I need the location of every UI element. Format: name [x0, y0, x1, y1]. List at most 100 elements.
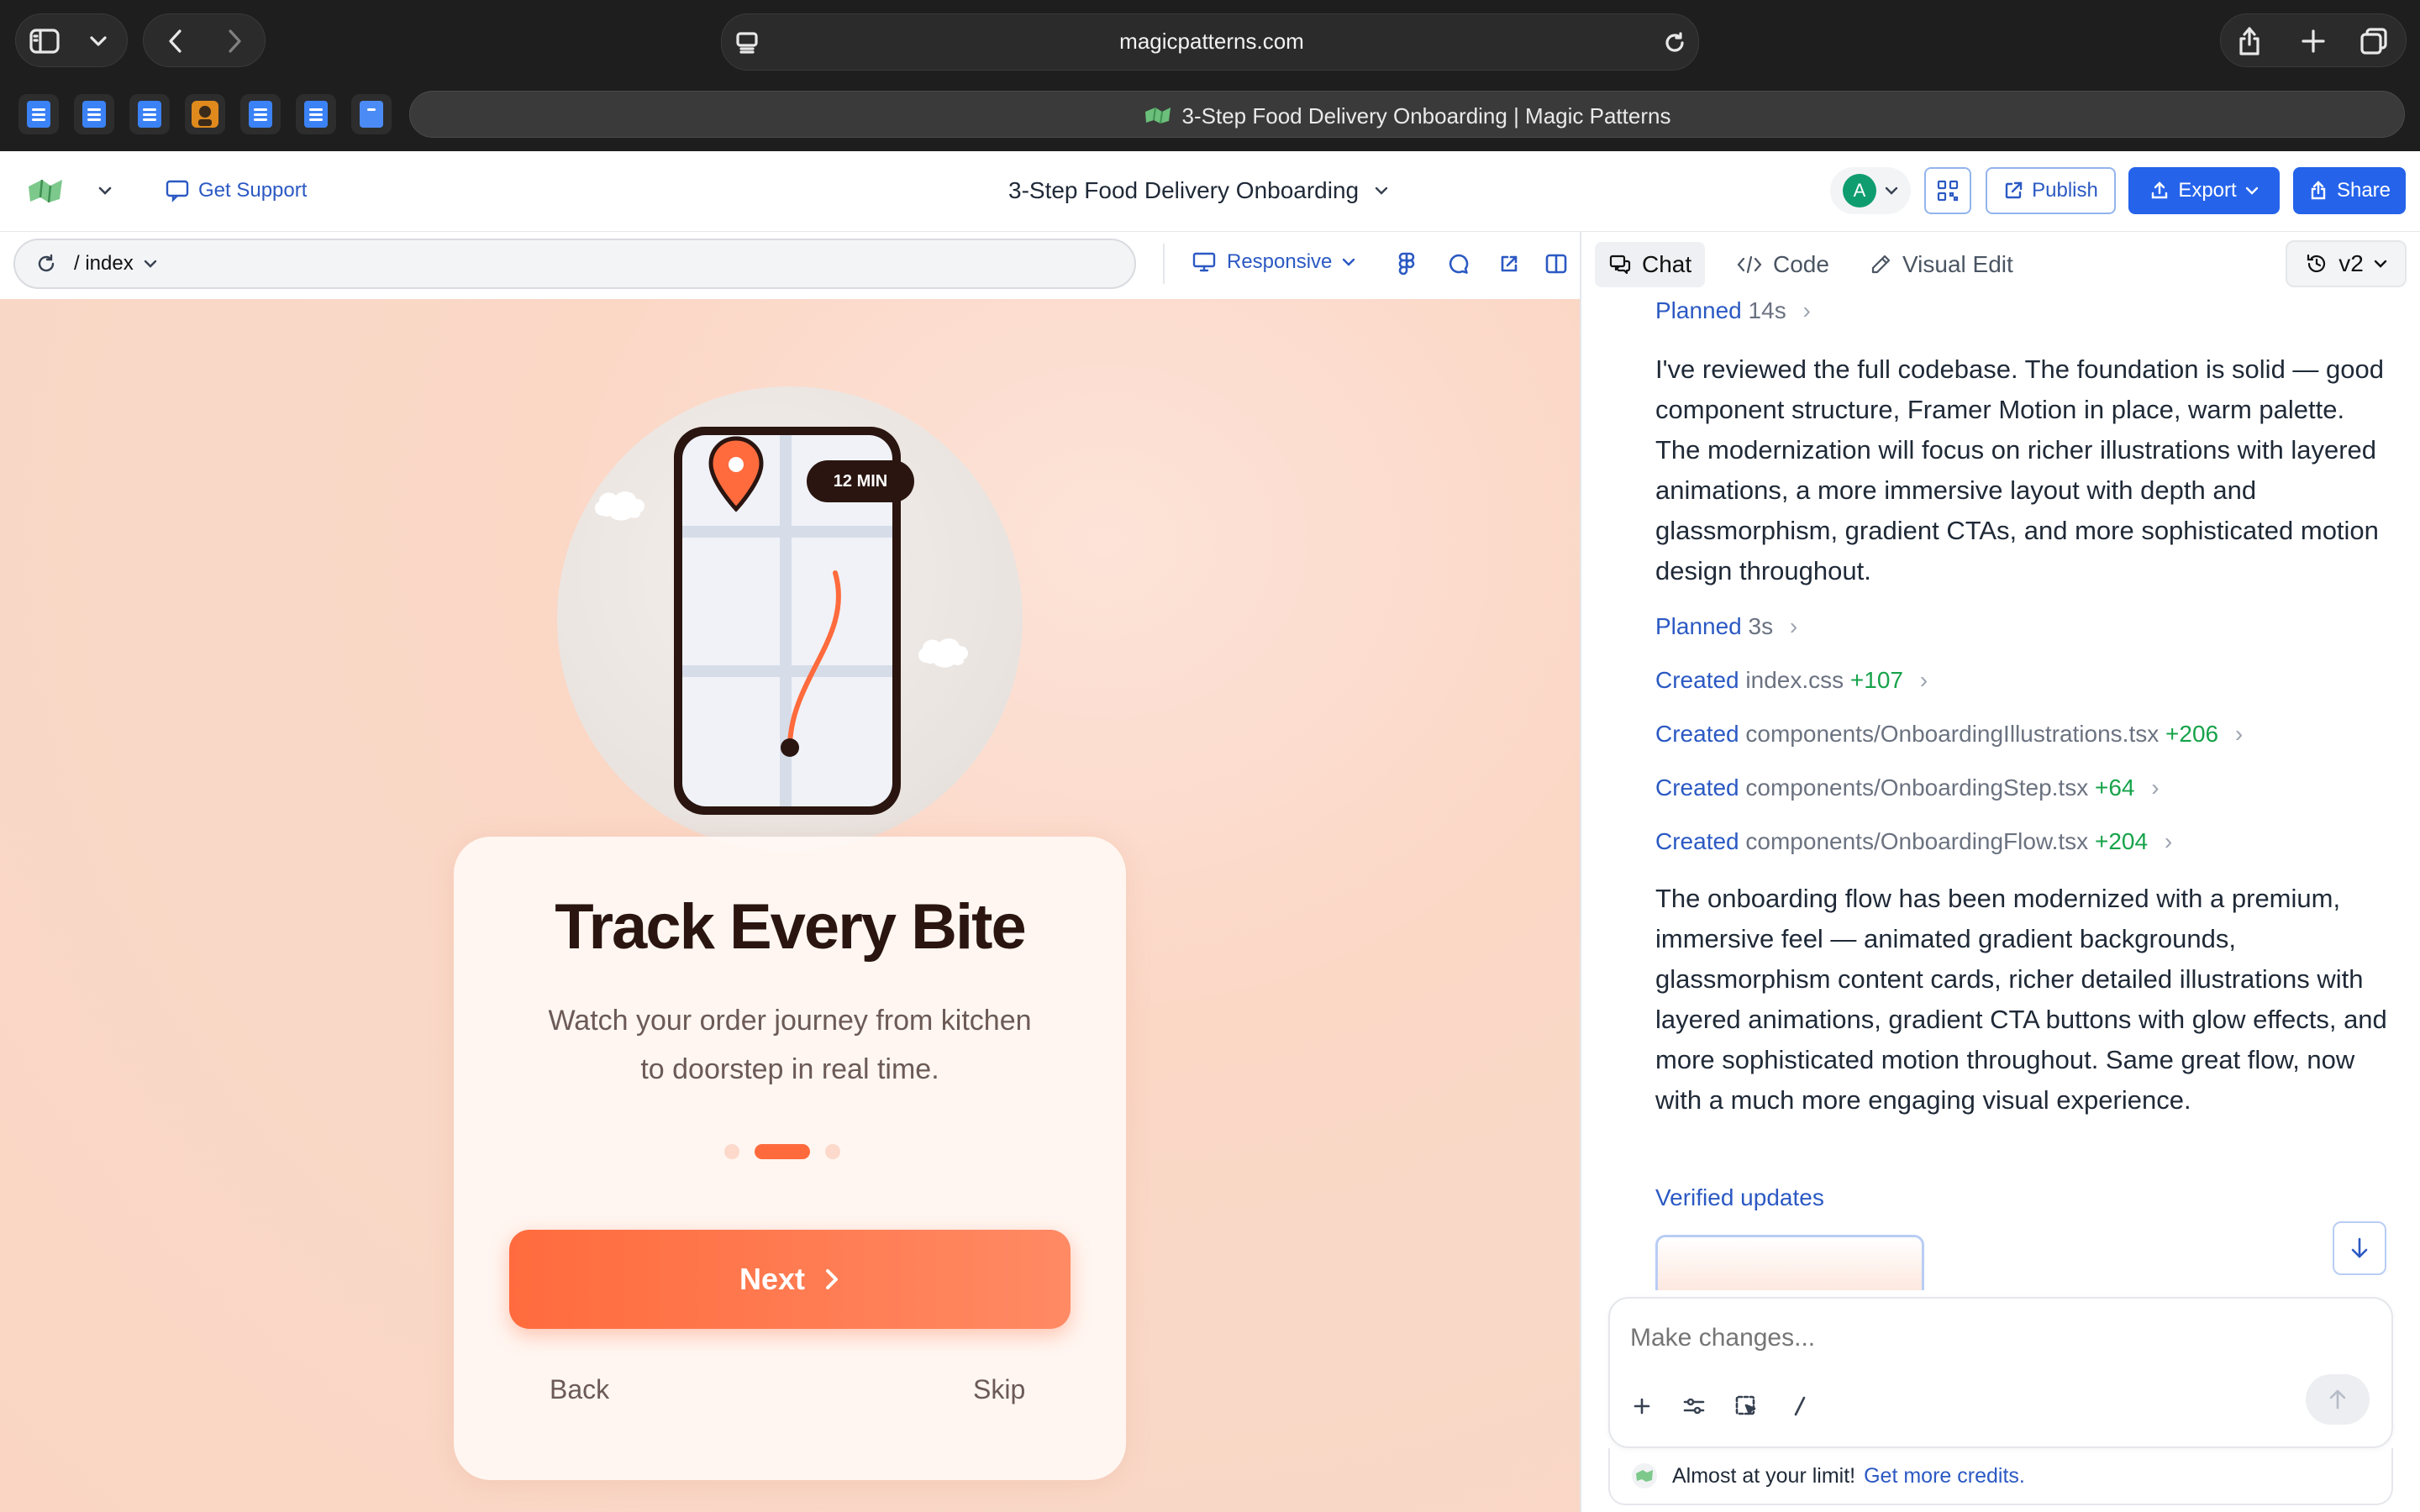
avatar: A: [1843, 174, 1876, 207]
new-tab-icon[interactable]: [2298, 26, 2328, 56]
step-dot-active[interactable]: [755, 1144, 810, 1159]
upload-icon: [2152, 181, 2168, 199]
step-subtitle-line: Watch your order journey from kitchen: [548, 1005, 1032, 1037]
favorite-file-icon[interactable]: [351, 94, 392, 134]
version-label: v2: [2338, 250, 2364, 276]
external-link-icon: [2005, 181, 2023, 199]
favorite-docs-icon[interactable]: [74, 94, 114, 134]
preview-thumbnail[interactable]: [1655, 1235, 1924, 1290]
publish-button[interactable]: Publish: [1986, 167, 2116, 214]
step-dot[interactable]: [724, 1144, 739, 1159]
slash-command-icon[interactable]: [1785, 1391, 1815, 1421]
share-icon[interactable]: [2234, 26, 2265, 56]
file-delta: +64: [2095, 774, 2135, 801]
back-arrow-icon[interactable]: [162, 28, 189, 55]
page-settings-icon[interactable]: [734, 29, 760, 56]
planned-step[interactable]: Planned 14s ›: [1655, 297, 1811, 324]
sidebar-toggle-group[interactable]: [15, 13, 128, 67]
favorite-docs-icon[interactable]: [18, 94, 59, 134]
project-title[interactable]: 3-Step Food Delivery Onboarding: [1008, 177, 1389, 204]
refresh-icon[interactable]: [35, 253, 57, 275]
select-element-icon[interactable]: [1731, 1391, 1761, 1421]
planned-time: 3s: [1748, 613, 1774, 639]
reload-icon[interactable]: [1661, 29, 1688, 56]
url-text[interactable]: magicpatterns.com: [1115, 29, 1308, 55]
account-menu[interactable]: A: [1830, 167, 1911, 214]
skip-button[interactable]: Skip: [973, 1374, 1025, 1405]
favorite-docs-icon[interactable]: [296, 94, 336, 134]
sidebar-icon[interactable]: [29, 26, 60, 56]
comment-icon[interactable]: [1445, 250, 1472, 277]
favorite-docs-icon[interactable]: [240, 94, 281, 134]
file-path: components/OnboardingStep.tsx: [1745, 774, 2089, 801]
pencil-icon: [1871, 255, 1891, 274]
file-change-item[interactable]: Created index.css +107 ›: [1655, 667, 1928, 694]
route-path[interactable]: / index: [74, 252, 134, 276]
file-verb: Created: [1655, 667, 1739, 693]
chat-input-box: [1608, 1297, 2393, 1448]
get-support-label: Get Support: [198, 179, 308, 202]
share-button[interactable]: Share: [2293, 167, 2406, 214]
step-indicator: [724, 1144, 840, 1159]
chevron-down-icon: [1885, 186, 1898, 195]
cloud-icon: [594, 491, 645, 521]
route-path-bar[interactable]: / index: [13, 239, 1136, 289]
limit-text: Almost at your limit!: [1672, 1463, 1856, 1488]
step-subtitle: Watch your order journey from kitchen to…: [496, 996, 1084, 1094]
figma-icon[interactable]: [1393, 250, 1420, 277]
active-tab[interactable]: 3-Step Food Delivery Onboarding | Magic …: [409, 91, 2405, 138]
assistant-message: The onboarding flow has been modernized …: [1655, 884, 2387, 1115]
get-more-credits-link[interactable]: Get more credits.: [1864, 1464, 2025, 1488]
split-view-icon[interactable]: [1543, 250, 1570, 277]
qr-code-icon: [1937, 180, 1959, 202]
tab-code[interactable]: Code: [1723, 242, 1843, 287]
next-label: Next: [739, 1262, 806, 1296]
file-delta: +206: [2165, 721, 2219, 747]
open-external-icon[interactable]: [1496, 250, 1523, 277]
eta-badge: 12 MIN: [807, 460, 914, 502]
file-change-item[interactable]: Created components/OnboardingFlow.tsx +2…: [1655, 828, 2172, 855]
step-dot[interactable]: [825, 1144, 840, 1159]
chevron-right-icon: ›: [2151, 774, 2160, 801]
planned-verb: Planned: [1655, 613, 1742, 639]
chat-input[interactable]: [1630, 1324, 2370, 1352]
favorite-docs-icon[interactable]: [129, 94, 170, 134]
chat-bubble-icon: [166, 180, 189, 202]
qr-preview-button[interactable]: [1924, 167, 1971, 214]
back-button[interactable]: Back: [550, 1374, 609, 1405]
tab-chat-label: Chat: [1642, 251, 1692, 277]
chevron-down-icon[interactable]: [97, 186, 113, 196]
toolbar-divider: [1163, 244, 1165, 284]
next-button[interactable]: Next: [509, 1230, 1071, 1329]
chevron-right-icon: ›: [1919, 667, 1928, 693]
export-button[interactable]: Export: [2128, 167, 2280, 214]
forward-arrow-icon[interactable]: [221, 28, 248, 55]
verified-updates-link[interactable]: Verified updates: [1655, 1184, 1824, 1211]
tab-overview-icon[interactable]: [2359, 26, 2389, 56]
get-support-link[interactable]: Get Support: [165, 179, 307, 202]
chevron-down-icon: [2245, 186, 2258, 195]
chevron-down-icon[interactable]: [87, 31, 110, 51]
file-change-item[interactable]: Created components/OnboardingStep.tsx +6…: [1655, 774, 2160, 801]
tab-visual-edit[interactable]: Visual Edit: [1855, 242, 2027, 287]
planned-step[interactable]: Planned 3s ›: [1655, 613, 1797, 640]
scroll-to-bottom-button[interactable]: [2333, 1221, 2386, 1275]
chevron-down-icon[interactable]: [144, 260, 157, 268]
send-button[interactable]: [2306, 1374, 2370, 1425]
arrow-down-icon: [2351, 1237, 2368, 1258]
file-change-item[interactable]: Created components/OnboardingIllustratio…: [1655, 721, 2243, 748]
favorite-avatar-icon[interactable]: [185, 94, 225, 134]
settings-sliders-icon[interactable]: [1679, 1391, 1709, 1421]
plus-icon[interactable]: [1627, 1391, 1657, 1421]
file-delta: +204: [2094, 828, 2149, 854]
project-title-text: 3-Step Food Delivery Onboarding: [1008, 177, 1360, 203]
chevron-right-icon: ›: [2164, 828, 2173, 854]
tab-chat[interactable]: Chat: [1595, 242, 1706, 287]
magic-patterns-logo[interactable]: [27, 176, 113, 205]
tab-title-text: 3-Step Food Delivery Onboarding | Magic …: [1181, 103, 1671, 129]
responsive-dropdown[interactable]: Responsive: [1192, 250, 1355, 274]
file-verb: Created: [1655, 774, 1739, 801]
magic-patterns-logo-icon: [1632, 1463, 1657, 1488]
chevron-down-icon: [1343, 258, 1355, 266]
version-dropdown[interactable]: v2: [2286, 240, 2407, 287]
